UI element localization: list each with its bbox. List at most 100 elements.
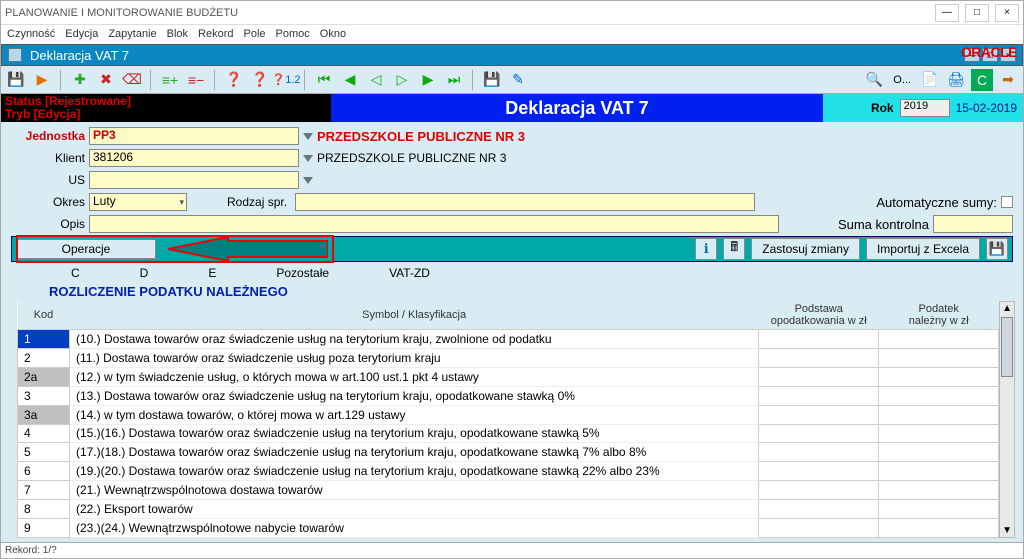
tab-c[interactable]: C: [71, 266, 80, 280]
cell-podstawa[interactable]: [759, 330, 879, 349]
last-record-icon[interactable]: ⏭: [443, 69, 465, 91]
operacje-button[interactable]: Operacje: [16, 239, 156, 259]
refresh-icon[interactable]: C: [971, 69, 993, 91]
cell-podstawa[interactable]: [759, 367, 879, 386]
document-icon[interactable]: 📄: [919, 69, 941, 91]
cell-kod[interactable]: 6: [18, 462, 70, 481]
print-icon[interactable]: ▶: [31, 69, 53, 91]
suma-field[interactable]: [933, 215, 1013, 233]
row-add2-icon[interactable]: ≡+: [159, 69, 181, 91]
scroll-down-icon[interactable]: ▼: [1002, 524, 1012, 537]
cell-kod[interactable]: 3a: [18, 405, 70, 424]
cell-podstawa[interactable]: [759, 462, 879, 481]
tab-pozostale[interactable]: Pozostałe: [276, 266, 329, 280]
tab-e[interactable]: E: [208, 266, 216, 280]
maximize-button[interactable]: □: [965, 4, 989, 22]
menu-blok[interactable]: Blok: [167, 28, 188, 40]
cell-kod[interactable]: 1: [18, 330, 70, 349]
cell-kod[interactable]: 5: [18, 443, 70, 462]
print2-icon[interactable]: 🖨: [945, 69, 967, 91]
menu-pole[interactable]: Pole: [244, 28, 266, 40]
add-row-icon[interactable]: ✚: [69, 69, 91, 91]
cell-podstawa[interactable]: [759, 405, 879, 424]
remove-row-icon[interactable]: ✖: [95, 69, 117, 91]
cell-podatek[interactable]: [879, 330, 999, 349]
cell-podatek[interactable]: [879, 386, 999, 405]
minimize-button[interactable]: —: [935, 4, 959, 22]
cell-kod[interactable]: 7: [18, 481, 70, 500]
scroll-up-icon[interactable]: ▲: [1002, 302, 1012, 315]
first-record-icon[interactable]: ⏮: [313, 69, 335, 91]
cell-podstawa[interactable]: [759, 500, 879, 519]
help3-icon[interactable]: ❓1.2: [275, 69, 297, 91]
tab-vat-zd[interactable]: VAT-ZD: [389, 266, 430, 280]
cell-podatek[interactable]: [879, 462, 999, 481]
exit-icon[interactable]: ➡: [997, 69, 1019, 91]
zoom-icon[interactable]: 🔍: [863, 69, 885, 91]
menu-okno[interactable]: Okno: [320, 28, 346, 40]
jednostka-dropdown-icon[interactable]: [303, 133, 313, 140]
help2-icon[interactable]: ❓: [249, 69, 271, 91]
zastosuj-button[interactable]: Zastosuj zmiany: [751, 238, 860, 260]
klient-field[interactable]: 381206: [89, 149, 299, 167]
cell-kod[interactable]: 9: [18, 519, 70, 538]
klient-dropdown-icon[interactable]: [303, 155, 313, 162]
year-field[interactable]: 2019: [900, 99, 950, 117]
cell-podatek[interactable]: [879, 348, 999, 367]
menu-edycja[interactable]: Edycja: [65, 28, 98, 40]
row-del2-icon[interactable]: ≡−: [185, 69, 207, 91]
cell-podatek[interactable]: [879, 481, 999, 500]
cell-podatek[interactable]: [879, 367, 999, 386]
okres-dropdown-icon[interactable]: ▾: [179, 197, 184, 208]
scroll-thumb[interactable]: [1001, 317, 1013, 377]
prev-record-icon[interactable]: ◀: [339, 69, 361, 91]
okres-field[interactable]: Luty ▾: [89, 193, 187, 211]
next-page-icon[interactable]: ▷: [391, 69, 413, 91]
us-field[interactable]: [89, 171, 299, 189]
prev-page-icon[interactable]: ◁: [365, 69, 387, 91]
options-button[interactable]: O...: [889, 69, 915, 91]
cell-kod[interactable]: 3: [18, 386, 70, 405]
clear-row-icon[interactable]: ⌫: [121, 69, 143, 91]
table-row: 9(23.)(24.) Wewnątrzwspólnotowe nabycie …: [18, 519, 999, 538]
menu-rekord[interactable]: Rekord: [198, 28, 233, 40]
cell-podatek[interactable]: [879, 424, 999, 443]
close-button[interactable]: ×: [995, 4, 1019, 22]
jednostka-field[interactable]: PP3: [89, 127, 299, 145]
importuj-button[interactable]: Importuj z Excela: [866, 238, 980, 260]
export-icon[interactable]: 💾: [986, 238, 1008, 260]
cell-podstawa[interactable]: [759, 348, 879, 367]
cell-podatek[interactable]: [879, 443, 999, 462]
cell-podatek[interactable]: [879, 519, 999, 538]
save2-icon[interactable]: 💾: [481, 69, 503, 91]
cell-kod[interactable]: 8: [18, 500, 70, 519]
info-icon[interactable]: ℹ: [695, 238, 717, 260]
tab-d[interactable]: D: [140, 266, 149, 280]
rodzaj-field[interactable]: [295, 193, 755, 211]
help1-icon[interactable]: ❓: [223, 69, 245, 91]
vertical-scrollbar[interactable]: ▲ ▼: [999, 301, 1015, 538]
save-icon[interactable]: 💾: [5, 69, 27, 91]
menubar: Czynność Edycja Zapytanie Blok Rekord Po…: [1, 25, 1023, 43]
cell-kod[interactable]: 2a: [18, 367, 70, 386]
calculator-icon[interactable]: 🖩: [723, 238, 745, 260]
opis-field[interactable]: [89, 215, 779, 233]
cell-podstawa[interactable]: [759, 386, 879, 405]
cell-kod[interactable]: 4: [18, 424, 70, 443]
cell-podstawa[interactable]: [759, 443, 879, 462]
menu-zapytanie[interactable]: Zapytanie: [108, 28, 156, 40]
edit-icon[interactable]: ✎: [507, 69, 529, 91]
cell-podatek[interactable]: [879, 405, 999, 424]
cell-kod[interactable]: 2: [18, 348, 70, 367]
table-row: 3(13.) Dostawa towarów oraz świadczenie …: [18, 386, 999, 405]
auto-sums-checkbox[interactable]: [1001, 196, 1013, 208]
next-record-icon[interactable]: ▶: [417, 69, 439, 91]
us-dropdown-icon[interactable]: [303, 177, 313, 184]
cell-podatek[interactable]: [879, 500, 999, 519]
table-row: 6(19.)(20.) Dostawa towarów oraz świadcz…: [18, 462, 999, 481]
cell-podstawa[interactable]: [759, 481, 879, 500]
cell-podstawa[interactable]: [759, 519, 879, 538]
menu-czynnosc[interactable]: Czynność: [7, 28, 55, 40]
cell-podstawa[interactable]: [759, 424, 879, 443]
menu-pomoc[interactable]: Pomoc: [276, 28, 310, 40]
